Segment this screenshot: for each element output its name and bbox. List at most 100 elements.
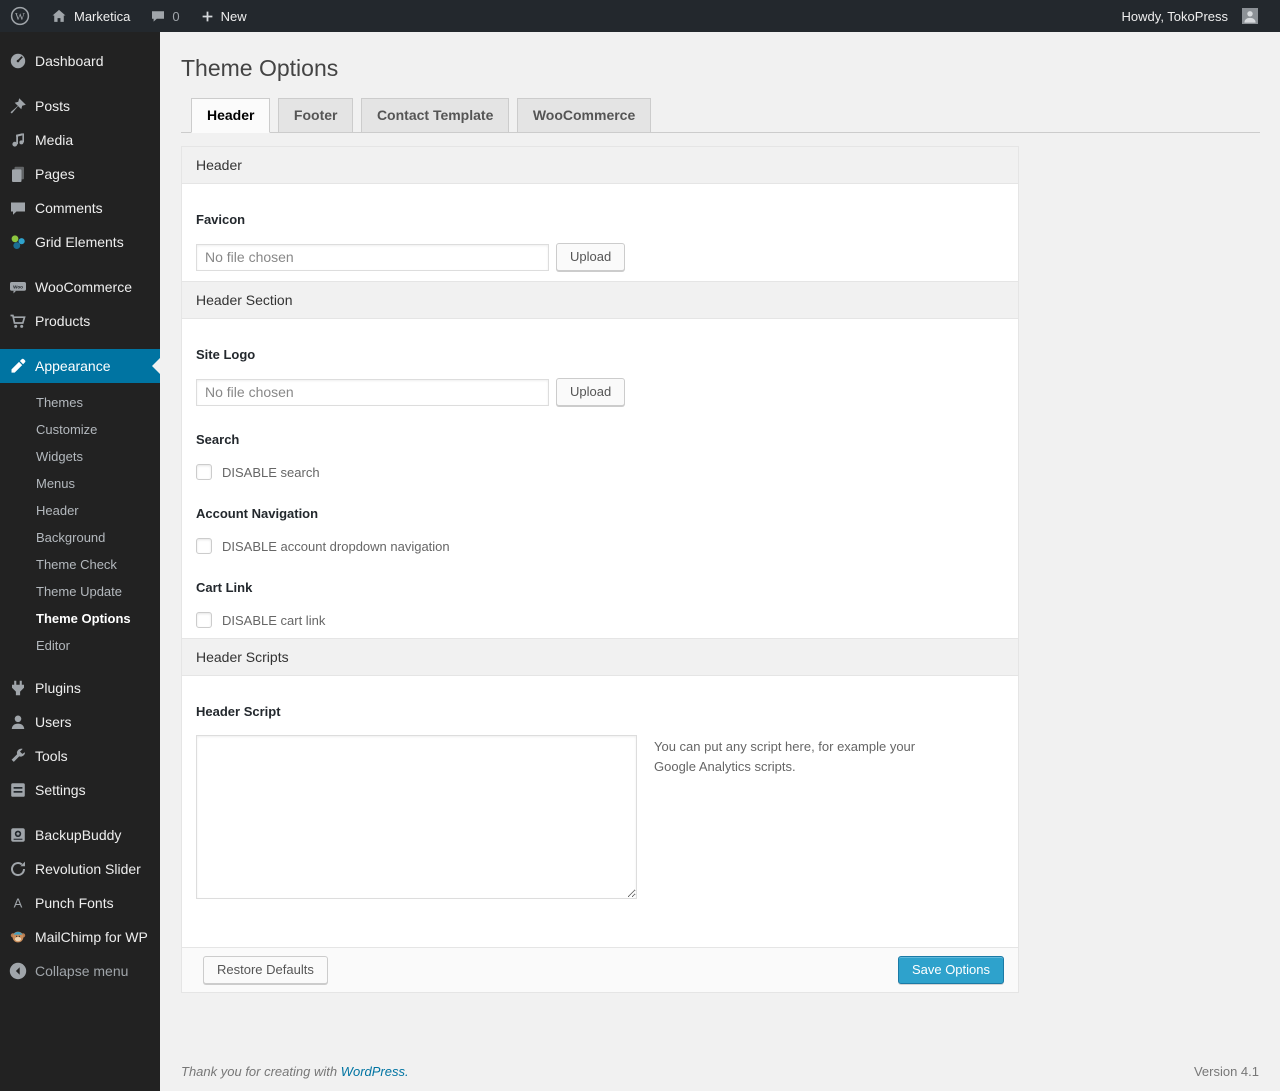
sidebar-item-tools[interactable]: Tools — [0, 739, 160, 773]
wordpress-link[interactable]: WordPress. — [341, 1064, 409, 1079]
page-title: Theme Options — [181, 55, 339, 81]
comment-count: 0 — [172, 8, 180, 24]
sidebar-item-appearance[interactable]: Appearance — [0, 349, 160, 383]
tab-footer[interactable]: Footer — [277, 98, 354, 133]
submenu-item-customize[interactable]: Customize — [0, 416, 160, 443]
woocommerce-icon: Woo — [0, 277, 35, 297]
sidebar-item-comments[interactable]: Comments — [0, 191, 160, 225]
favicon-file-input[interactable] — [196, 243, 549, 271]
pages-icon — [0, 164, 35, 184]
account-menu[interactable]: Howdy, TokoPress — [1104, 0, 1280, 32]
dashboard-icon — [0, 51, 35, 71]
menu-separator — [0, 338, 160, 349]
wordpress-logo-menu[interactable]: W — [0, 0, 40, 32]
users-icon — [0, 712, 35, 732]
appearance-brush-icon — [0, 356, 35, 376]
svg-text:W: W — [15, 12, 25, 23]
header-scripts-fields: Header Script You can put any script her… — [182, 676, 1018, 947]
comments-icon — [0, 198, 35, 218]
footer-thanks: Thank you for creating with WordPress. — [181, 1064, 409, 1079]
submenu-item-editor[interactable]: Editor — [0, 632, 160, 659]
disable-search-row: DISABLE search — [196, 464, 1004, 480]
sidebar-item-label: Products — [35, 313, 91, 329]
sidebar-item-dashboard[interactable]: Dashboard — [0, 44, 160, 78]
disable-search-label: DISABLE search — [222, 464, 320, 480]
section-header: Header — [182, 147, 1018, 184]
home-icon — [52, 9, 66, 22]
sidebar-item-mailchimp[interactable]: MailChimp for WP — [0, 920, 160, 954]
revolution-slider-icon — [0, 859, 35, 879]
sidebar-item-label: Punch Fonts — [35, 895, 114, 911]
sidebar-item-products[interactable]: Products — [0, 304, 160, 338]
submenu-item-themes[interactable]: Themes — [0, 389, 160, 416]
sidebar-item-label: Plugins — [35, 680, 81, 696]
favicon-label: Favicon — [196, 212, 246, 227]
sidebar-item-backupbuddy[interactable]: BackupBuddy — [0, 818, 160, 852]
sidebar-item-label: Users — [35, 714, 72, 730]
sidebar-item-plugins[interactable]: Plugins — [0, 671, 160, 705]
site-name-label: Marketica — [74, 8, 131, 24]
header-script-textarea[interactable] — [196, 735, 637, 899]
site-logo-file-input[interactable] — [196, 378, 549, 406]
submenu-item-menus[interactable]: Menus — [0, 470, 160, 497]
grid-elements-icon — [0, 232, 35, 252]
submenu-item-theme-options[interactable]: Theme Options — [0, 605, 160, 632]
sidebar-item-grid-elements[interactable]: Grid Elements — [0, 225, 160, 259]
sidebar-item-punch-fonts[interactable]: A Punch Fonts — [0, 886, 160, 920]
sidebar-item-users[interactable]: Users — [0, 705, 160, 739]
sidebar-item-label: Appearance — [35, 358, 111, 374]
sidebar-item-revolution-slider[interactable]: Revolution Slider — [0, 852, 160, 886]
account-navigation-label: Account Navigation — [196, 506, 319, 521]
comments-menu[interactable]: 0 — [140, 0, 189, 32]
header-script-help-text: You can put any script here, for example… — [654, 739, 916, 775]
new-label: New — [220, 8, 247, 24]
tab-woocommerce[interactable]: WooCommerce — [516, 98, 652, 133]
avatar — [1242, 8, 1258, 24]
restore-defaults-button[interactable]: Restore Defaults — [203, 956, 328, 984]
sidebar-item-label: Pages — [35, 166, 75, 182]
collapse-menu-button[interactable]: Collapse menu — [0, 954, 160, 988]
sidebar-item-media[interactable]: Media — [0, 123, 160, 157]
submenu-item-background[interactable]: Background — [0, 524, 160, 551]
menu-separator — [0, 259, 160, 270]
submenu-item-widgets[interactable]: Widgets — [0, 443, 160, 470]
submenu-item-theme-check[interactable]: Theme Check — [0, 551, 160, 578]
disable-account-nav-row: DISABLE account dropdown navigation — [196, 538, 1004, 554]
sidebar-item-pages[interactable]: Pages — [0, 157, 160, 191]
letter-a-icon: A — [0, 893, 35, 913]
site-logo-upload-button[interactable]: Upload — [556, 378, 626, 406]
sidebar-item-label: Settings — [35, 782, 86, 798]
sidebar-item-label: Media — [35, 132, 74, 148]
site-name-menu[interactable]: Marketica — [40, 0, 140, 32]
sidebar-item-woocommerce[interactable]: Woo WooCommerce — [0, 270, 160, 304]
collapse-arrow-icon — [0, 961, 35, 981]
submenu-item-theme-update[interactable]: Theme Update — [0, 578, 160, 605]
new-content-menu[interactable]: New — [190, 0, 257, 32]
tab-contact-template[interactable]: Contact Template — [360, 98, 510, 133]
cart-icon — [0, 311, 35, 331]
sidebar-item-label: Posts — [35, 98, 71, 114]
disable-cart-link-checkbox[interactable] — [196, 612, 212, 628]
howdy-label: Howdy, TokoPress — [1121, 8, 1228, 24]
menu-separator — [0, 78, 160, 89]
sidebar-item-label: WooCommerce — [35, 279, 132, 295]
panel-footer: Restore Defaults Save Options — [182, 947, 1018, 992]
disable-search-checkbox[interactable] — [196, 464, 212, 480]
sidebar-item-label: Tools — [35, 748, 68, 764]
disable-account-nav-checkbox[interactable] — [196, 538, 212, 554]
save-options-button[interactable]: Save Options — [897, 956, 1004, 984]
section-header-section: Header Section — [182, 281, 1018, 319]
header-fields: Favicon Upload — [182, 184, 1018, 281]
backupbuddy-icon — [0, 825, 35, 845]
sidebar-item-settings[interactable]: Settings — [0, 773, 160, 807]
menu-separator — [0, 807, 160, 818]
section-header-scripts: Header Scripts — [182, 638, 1018, 676]
tab-header[interactable]: Header — [191, 98, 271, 133]
comment-bubble-icon — [152, 11, 165, 22]
mailchimp-monkey-icon — [0, 927, 35, 947]
favicon-upload-button[interactable]: Upload — [556, 243, 626, 271]
submenu-item-header[interactable]: Header — [0, 497, 160, 524]
wordpress-logo-icon: W — [10, 6, 30, 26]
header-script-label: Header Script — [196, 704, 281, 719]
sidebar-item-posts[interactable]: Posts — [0, 89, 160, 123]
